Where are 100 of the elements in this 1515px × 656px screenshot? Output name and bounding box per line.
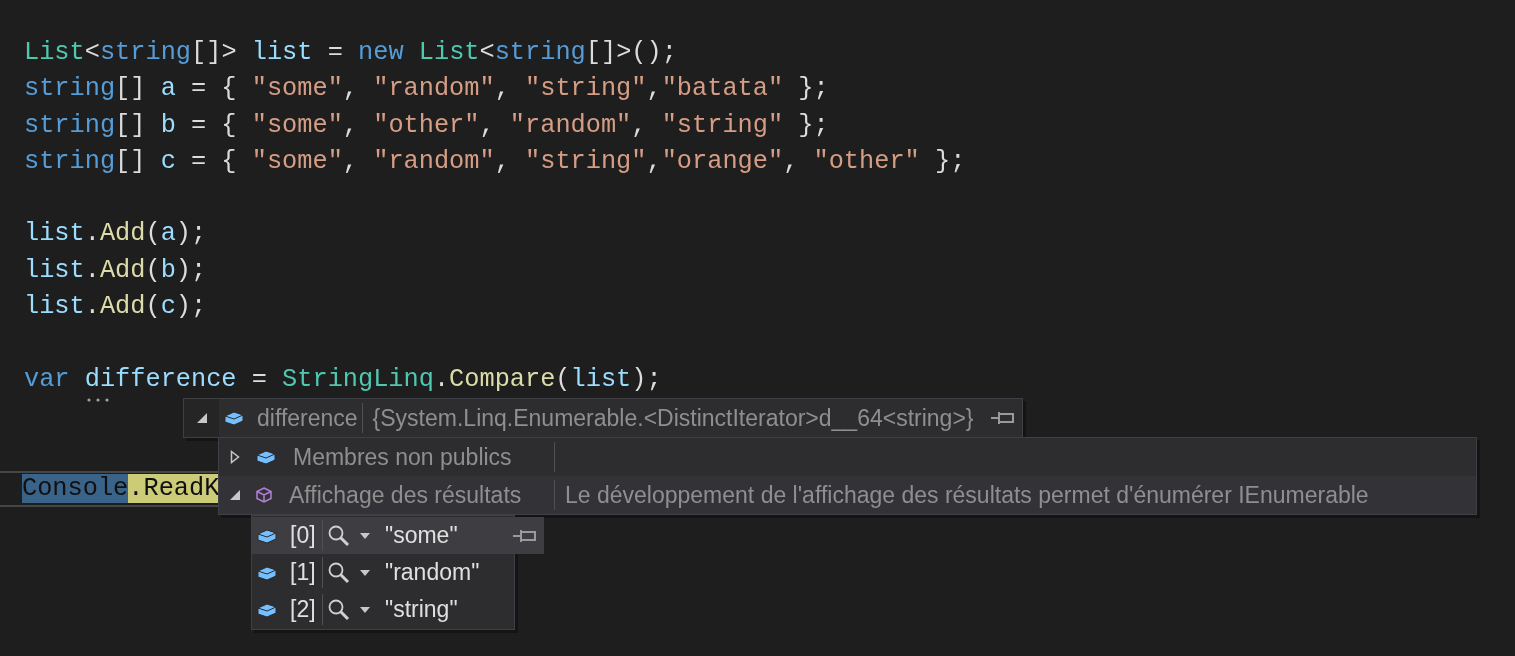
- code-token: a: [160, 74, 176, 104]
- result-index: [1]: [290, 558, 316, 588]
- code-token: a: [160, 219, 176, 249]
- result-index: [0]: [290, 521, 316, 551]
- code-token: = {: [190, 74, 238, 104]
- code-token: (: [555, 364, 571, 394]
- code-token: StringLinq: [282, 364, 434, 394]
- code-token: .: [84, 292, 100, 322]
- code-token: []: [115, 74, 147, 104]
- variable-name: difference: [257, 403, 358, 433]
- pin-icon[interactable]: [989, 411, 1016, 425]
- code-token: b: [160, 255, 176, 285]
- code-token: .ReadK: [128, 473, 220, 503]
- variable-value: {System.Linq.Enumerable.<DistinctIterator>d__64<string>}: [372, 403, 974, 433]
- code-token: c: [160, 146, 176, 176]
- code-token: );: [631, 364, 662, 394]
- code-token: "other": [373, 110, 480, 140]
- code-token: new: [358, 38, 405, 67]
- member-name: Membres non publics: [293, 442, 512, 472]
- code-token: list: [570, 364, 632, 394]
- code-token: "string": [525, 146, 647, 176]
- code-token: .: [84, 219, 100, 249]
- code-token: c: [160, 292, 176, 322]
- code-token: ,: [631, 110, 648, 140]
- result-row[interactable]: [0] "some": [252, 517, 544, 554]
- code-token: []: [115, 146, 147, 176]
- code-token: ,: [342, 110, 359, 140]
- code-token: List: [418, 38, 480, 67]
- code-token: list: [24, 255, 85, 285]
- code-token: );: [175, 292, 207, 322]
- code-token: <: [479, 38, 495, 67]
- result-row[interactable]: [1] "random": [252, 554, 514, 591]
- code-token: (: [145, 219, 161, 249]
- code-token: );: [175, 255, 207, 285]
- result-index: [2]: [290, 595, 316, 625]
- code-token: string: [24, 74, 116, 104]
- code-token: =: [250, 364, 268, 394]
- code-token: ,: [342, 146, 359, 176]
- code-token: (: [145, 292, 161, 322]
- code-token: Console: [22, 473, 129, 503]
- result-value: "some": [385, 521, 458, 551]
- code-token: };: [797, 74, 829, 104]
- code-token: difference: [84, 364, 237, 394]
- cube-icon: [255, 448, 277, 466]
- code-token: ,: [646, 74, 662, 104]
- code-token: };: [797, 110, 829, 140]
- code-token: ,: [494, 74, 511, 104]
- code-token: };: [933, 146, 966, 176]
- collapsed-triangle-icon[interactable]: [230, 450, 240, 464]
- code-token: "orange": [661, 146, 784, 176]
- code-token: "some": [251, 110, 343, 140]
- code-token: Add: [99, 292, 146, 322]
- code-token: string: [24, 146, 116, 176]
- code-token: = {: [190, 146, 238, 176]
- code-token: list: [24, 219, 85, 249]
- search-icon[interactable]: [327, 560, 351, 585]
- code-token: "other": [813, 146, 920, 176]
- code-token: );: [175, 219, 207, 249]
- cube-icon: [256, 526, 278, 545]
- code-token: []: [115, 110, 147, 140]
- code-token: []>: [191, 38, 238, 67]
- code-token: Add: [99, 219, 146, 249]
- code-token: string: [494, 38, 586, 67]
- code-token: .: [84, 255, 100, 285]
- code-token: []>();: [585, 38, 677, 67]
- caret-icon[interactable]: [359, 568, 371, 577]
- code-token: =: [326, 38, 344, 67]
- expanded-triangle-icon[interactable]: [229, 489, 241, 501]
- cube-icon: [223, 409, 245, 427]
- result-value: "random": [385, 558, 480, 588]
- code-token: b: [160, 110, 176, 140]
- code-token: ,: [494, 146, 511, 176]
- code-token: "string": [525, 74, 647, 104]
- code-token: list: [24, 292, 85, 322]
- search-icon[interactable]: [327, 597, 351, 622]
- code-token: ,: [783, 146, 800, 176]
- pin-icon[interactable]: [512, 528, 538, 543]
- code-token: <: [84, 38, 100, 67]
- code-token: string: [24, 110, 116, 140]
- cube-outline-icon: [255, 486, 273, 504]
- caret-icon[interactable]: [359, 531, 371, 540]
- result-value: "string": [385, 595, 458, 625]
- code-token: string: [99, 38, 191, 67]
- code-token: "random": [509, 110, 632, 140]
- search-icon[interactable]: [327, 523, 351, 548]
- expanded-triangle-icon[interactable]: [195, 412, 208, 424]
- code-token: .: [433, 364, 450, 394]
- code-token: var: [24, 364, 71, 394]
- code-token: "random": [373, 74, 495, 104]
- caret-icon[interactable]: [359, 605, 371, 614]
- code-token: "random": [373, 146, 495, 176]
- code-token: "batata": [661, 74, 784, 104]
- code-token: "string": [661, 110, 784, 140]
- code-token: ,: [646, 146, 662, 176]
- code-token: ,: [479, 110, 496, 140]
- result-row[interactable]: [2] "string": [252, 591, 514, 628]
- code-token: List: [24, 38, 85, 67]
- code-token: (: [145, 255, 161, 285]
- member-value: Le développement de l'affichage des résultats permet d'énumérer IEnumerable: [564, 480, 1369, 510]
- code-token: Compare: [449, 364, 556, 394]
